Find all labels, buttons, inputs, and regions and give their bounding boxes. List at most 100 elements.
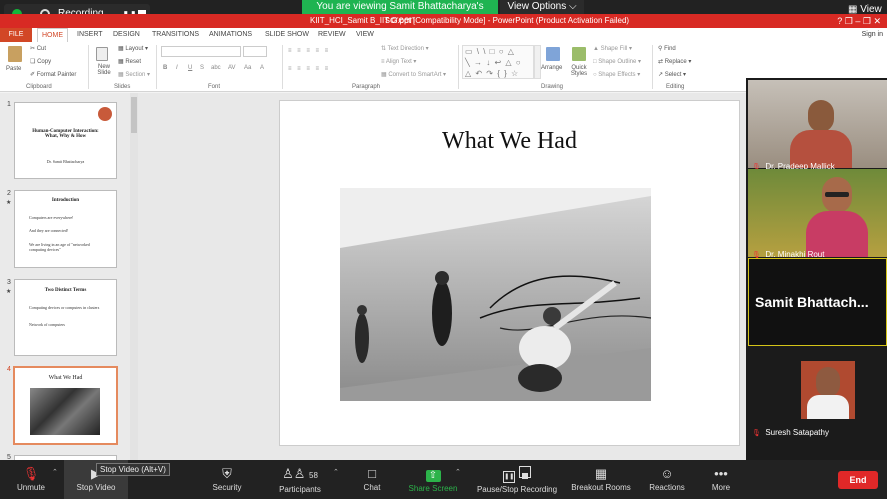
slide-number: 3 xyxy=(7,279,11,286)
tab-slide-show[interactable]: SLIDE SHOW xyxy=(265,28,309,42)
more-button[interactable]: ••• More xyxy=(702,460,740,499)
participants-icon: ♙♙ 58 xyxy=(282,466,318,481)
slides-group-label: Slides xyxy=(114,84,131,90)
slide-title[interactable]: What We Had xyxy=(279,128,740,155)
underline-button[interactable]: U xyxy=(188,65,192,71)
align-text-button[interactable]: ≡ Align Text ▾ xyxy=(381,58,416,65)
find-button[interactable]: ⚲ Find xyxy=(658,45,676,52)
char-spacing-button[interactable]: AV xyxy=(228,65,236,71)
reset-label: Reset xyxy=(125,59,142,65)
strikethrough-button[interactable]: S xyxy=(200,65,204,71)
smartart-button[interactable]: ▦ Convert to SmartArt ▾ xyxy=(381,71,446,78)
chat-icon: □ xyxy=(368,466,376,481)
breakout-rooms-label: Breakout Rooms xyxy=(571,483,631,492)
slide-thumb-2[interactable]: Introduction Computers are everywhere! A… xyxy=(14,190,117,268)
reset-button[interactable]: ▦ Reset xyxy=(118,58,141,65)
cut-button[interactable]: ✂ Cut xyxy=(30,45,46,52)
security-button[interactable]: ⛨ Security xyxy=(204,460,250,499)
new-slide-icon[interactable] xyxy=(96,47,108,61)
paste-button[interactable]: Paste xyxy=(6,66,21,72)
paragraph-group-label: Paragraph xyxy=(352,84,381,90)
participants-count: 58 xyxy=(309,471,318,480)
layout-button[interactable]: ▦ Layout ▾ xyxy=(118,45,148,52)
paste-icon[interactable] xyxy=(8,46,22,62)
quick-styles-icon[interactable] xyxy=(572,47,586,61)
participants-button[interactable]: ♙♙ 58 Participants xyxy=(272,460,328,499)
view-button[interactable]: ▦ View xyxy=(848,4,882,15)
video-tile-suresh[interactable]: 🎙 Suresh Satapathy xyxy=(748,347,887,437)
audio-options-chevron-icon[interactable]: ⌃ xyxy=(52,468,58,476)
slide-thumb-4[interactable]: What We Had xyxy=(13,366,118,445)
bold-button[interactable]: B xyxy=(163,65,167,71)
replace-button[interactable]: ⇄ Replace ▾ xyxy=(658,58,691,65)
font-size-select[interactable] xyxy=(243,46,267,57)
slide-thumb-1[interactable]: Human-Computer Interaction: What, Why & … xyxy=(14,102,117,179)
tab-review[interactable]: REVIEW xyxy=(318,28,346,42)
align-text-label: Align Text xyxy=(385,59,412,65)
fill-icon: ▲ xyxy=(593,46,599,52)
view-options-button[interactable]: View Options ⌵ xyxy=(500,0,584,14)
smartart-label: Convert to SmartArt xyxy=(388,72,442,78)
tab-home[interactable]: HOME xyxy=(37,28,68,43)
tab-transitions[interactable]: TRANSITIONS xyxy=(152,28,199,42)
face xyxy=(816,367,840,397)
shape-outline-button[interactable]: □ Shape Outline ▾ xyxy=(593,58,641,65)
section-button[interactable]: ▦ Section ▾ xyxy=(118,71,150,78)
new-slide-button[interactable]: New Slide xyxy=(92,64,116,76)
tab-design[interactable]: DESIGN xyxy=(113,28,140,42)
thumb-body: Dr. Samit Bhattacharya xyxy=(46,159,85,164)
font-color-button[interactable]: A xyxy=(260,65,264,71)
copy-button[interactable]: ❏ Copy xyxy=(30,58,51,65)
scissors-icon: ✂ xyxy=(30,46,36,52)
shapes-scroll[interactable] xyxy=(534,45,541,79)
italic-button[interactable]: I xyxy=(176,65,178,71)
breakout-rooms-button[interactable]: ▦ Breakout Rooms xyxy=(566,460,636,499)
thumb-title: Two Distinct Terms xyxy=(44,288,87,293)
change-case-button[interactable]: Aa xyxy=(244,65,251,71)
find-icon: ⚲ xyxy=(658,46,663,52)
eniac-photo[interactable] xyxy=(340,188,651,401)
align-buttons[interactable]: ≡ ≡ ≡ ≡ ≡ xyxy=(288,66,330,72)
participants-chevron-icon[interactable]: ⌃ xyxy=(333,468,339,476)
format-painter-button[interactable]: ✐ Format Painter xyxy=(30,71,76,78)
tab-insert[interactable]: INSERT xyxy=(77,28,103,42)
slide-thumb-3[interactable]: Two Distinct Terms Computing devices or … xyxy=(14,279,117,356)
end-meeting-button[interactable]: End xyxy=(838,471,878,489)
video-tile-pradeep[interactable]: 🎙 Dr. Pradeep Mallick xyxy=(748,80,887,171)
tab-view[interactable]: VIEW xyxy=(356,28,374,42)
select-button[interactable]: ↗ Select ▾ xyxy=(658,71,686,78)
tab-animations[interactable]: ANIMATIONS xyxy=(209,28,252,42)
text-direction-button[interactable]: ⇅ Text Direction ▾ xyxy=(381,45,429,52)
window-controls[interactable]: ? ❐ – ❐ ✕ xyxy=(837,14,881,28)
video-tile-minakhi[interactable]: 🎙 Dr. Minakhi Rout xyxy=(748,169,887,259)
shield-icon: ⛨ xyxy=(222,466,232,481)
share-screen-icon: ⇧ xyxy=(406,466,460,482)
shadow-button[interactable]: abc xyxy=(211,65,221,71)
share-banner: You are viewing Samit Bhattacharya's scr… xyxy=(302,0,498,26)
slide-number: 1 xyxy=(7,101,11,108)
share-screen-button[interactable]: ⇧ Share Screen xyxy=(406,460,460,499)
video-tile-samit[interactable]: Samit Bhattach... xyxy=(748,258,887,346)
section-icon: ▦ xyxy=(118,72,124,78)
quick-styles-button[interactable]: Quick Styles xyxy=(567,65,591,77)
scroll-thumb[interactable] xyxy=(131,97,137,133)
layout-label: Layout xyxy=(125,46,144,52)
list-buttons[interactable]: ≡ ≡ ≡ ≡ ≡ xyxy=(288,48,330,54)
pause-stop-recording-button[interactable]: ❚❚ Pause/Stop Recording xyxy=(472,460,562,499)
sign-in-link[interactable]: Sign in xyxy=(862,28,883,42)
thumb-bullet: We are living in an age of "networked co… xyxy=(29,242,90,252)
share-chevron-icon[interactable]: ⌃ xyxy=(455,468,461,476)
chat-button[interactable]: □ Chat xyxy=(356,460,388,499)
arrange-icon[interactable] xyxy=(546,47,560,61)
arrange-button[interactable]: Arrange xyxy=(541,65,562,71)
smartart-icon: ▦ xyxy=(381,72,387,78)
shape-fill-button[interactable]: ▲ Shape Fill ▾ xyxy=(593,45,632,52)
reactions-button[interactable]: ☺ Reactions xyxy=(644,460,690,499)
tab-file[interactable]: FILE xyxy=(0,28,32,42)
shape-effects-button[interactable]: ○ Shape Effects ▾ xyxy=(593,71,640,78)
unmute-button[interactable]: 🎙 Unmute xyxy=(8,460,54,499)
font-name-select[interactable] xyxy=(161,46,241,57)
shapes-gallery[interactable]: ▭ \ \ □ ○ △ ╲ → ↓ ↩ △ ○ △ ↶ ↷ { } ☆ xyxy=(462,45,534,79)
slides-panel-scrollbar[interactable] xyxy=(130,93,138,460)
shape-fill-label: Shape Fill xyxy=(600,46,628,52)
